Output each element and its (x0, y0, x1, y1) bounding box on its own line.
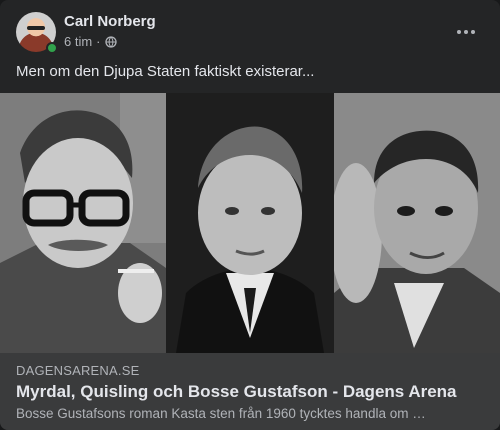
more-horizontal-icon (457, 30, 461, 34)
portrait-middle-icon (166, 93, 334, 353)
avatar-glasses (27, 26, 45, 30)
more-dot (464, 30, 468, 34)
photo-panel-right (334, 93, 500, 353)
post-caption: Men om den Djupa Staten faktiskt exister… (16, 63, 315, 80)
link-domain: DAGENSARENA.SE (16, 363, 140, 378)
photo-panel-left (0, 93, 166, 353)
author-name[interactable]: Carl Norberg (64, 13, 156, 30)
online-status-icon (46, 42, 58, 54)
link-title[interactable]: Myrdal, Quisling och Bosse Gustafson - D… (16, 382, 486, 402)
portrait-left-icon (0, 93, 166, 353)
link-preview[interactable]: DAGENSARENA.SE Myrdal, Quisling och Boss… (0, 353, 500, 430)
more-dot (471, 30, 475, 34)
post-header: Carl Norberg 6 tim · (16, 12, 484, 54)
post-card: Carl Norberg 6 tim · Men om den Djupa St… (0, 0, 500, 430)
more-options-button[interactable] (448, 14, 484, 50)
link-description: Bosse Gustafsons roman Kasta sten från 1… (16, 406, 426, 421)
photo-panel-middle (166, 93, 334, 353)
portrait-right-icon (334, 93, 500, 353)
meta-separator: · (96, 34, 101, 49)
link-preview-image[interactable] (0, 93, 500, 353)
post-time[interactable]: 6 tim (64, 34, 92, 49)
globe-icon[interactable] (104, 35, 117, 48)
post-meta: 6 tim · (64, 34, 117, 49)
